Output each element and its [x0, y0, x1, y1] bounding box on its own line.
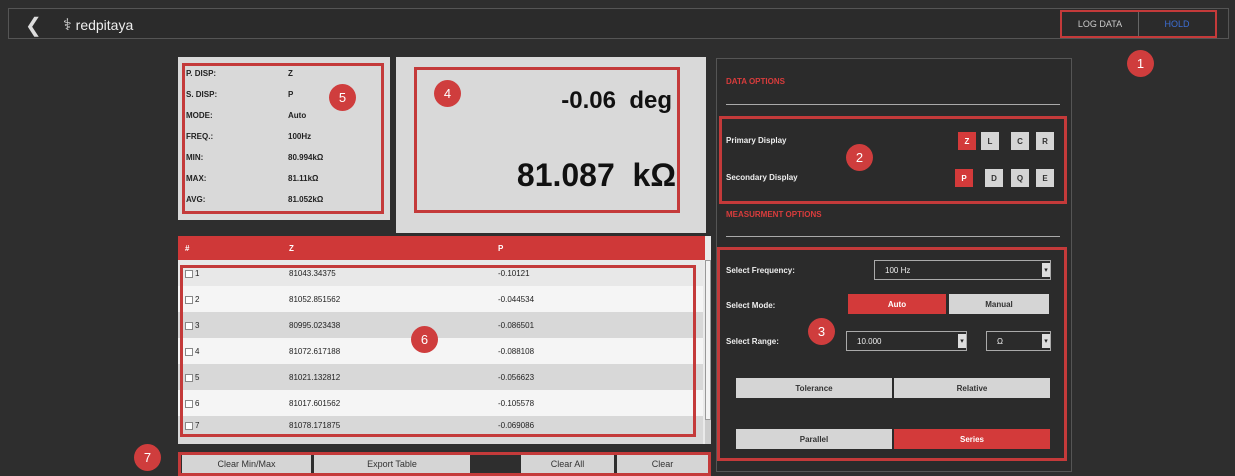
range-select[interactable]: 10.000 ▾: [846, 331, 967, 351]
measurement-options-title: MEASURMENT OPTIONS: [726, 210, 822, 219]
range-unit-select[interactable]: Ω ▾: [986, 331, 1051, 351]
primary-z-button[interactable]: Z: [958, 132, 976, 150]
info-row: FREQ.: 100Hz: [186, 132, 312, 141]
callout-box-6: [180, 265, 696, 437]
info-row: MODE: Auto: [186, 111, 307, 120]
secondary-p-button[interactable]: P: [955, 169, 973, 187]
log-data-button[interactable]: LOG DATA: [1062, 12, 1139, 36]
frequency-select[interactable]: 100 Hz ▾: [874, 260, 1051, 280]
dropdown-arrow-icon: ▾: [1042, 263, 1050, 277]
relative-button[interactable]: Relative: [894, 378, 1050, 398]
callout-4: 4: [434, 80, 461, 107]
divider: [726, 104, 1060, 105]
logo-text: redpitaya: [75, 17, 134, 33]
top-actions: LOG DATA HOLD: [1060, 10, 1217, 38]
primary-display-label: Primary Display: [726, 136, 787, 145]
primary-l-button[interactable]: L: [981, 132, 999, 150]
secondary-d-button[interactable]: D: [985, 169, 1003, 187]
series-button[interactable]: Series: [894, 429, 1050, 449]
callout-1: 1: [1127, 50, 1154, 77]
tolerance-button[interactable]: Tolerance: [736, 378, 892, 398]
column-header: Z: [289, 244, 294, 253]
clear-all-button[interactable]: Clear All: [521, 455, 614, 473]
primary-reading: 81.087 kΩ: [516, 157, 676, 193]
parallel-button[interactable]: Parallel: [736, 429, 892, 449]
scrollbar-thumb[interactable]: [705, 260, 711, 420]
chevron-left-icon[interactable]: ❮: [25, 13, 42, 38]
frequency-label: Select Frequency:: [726, 266, 795, 275]
table-scrollbar[interactable]: [705, 260, 711, 444]
secondary-q-button[interactable]: Q: [1011, 169, 1029, 187]
info-row: AVG: 81.052kΩ: [186, 195, 324, 204]
column-header: P: [498, 244, 504, 253]
measurement-info-panel: P. DISP: Z S. DISP: P MODE: Auto FREQ.: 100H…: [178, 57, 390, 220]
clear-button[interactable]: Clear: [617, 455, 708, 473]
info-row: MAX: 81.11kΩ: [186, 174, 319, 183]
info-row: S. DISP: P: [186, 90, 294, 99]
mode-label: Select Mode:: [726, 301, 776, 310]
callout-3: 3: [808, 318, 835, 345]
range-label: Select Range:: [726, 337, 779, 346]
clear-minmax-button[interactable]: Clear Min/Max: [182, 455, 311, 473]
primary-r-button[interactable]: R: [1036, 132, 1054, 150]
callout-6: 6: [411, 326, 438, 353]
logo: ⚕ redpitaya: [63, 15, 133, 35]
dropdown-arrow-icon: ▾: [958, 334, 966, 348]
dropdown-arrow-icon: ▾: [1042, 334, 1050, 348]
divider: [726, 236, 1060, 237]
secondary-display-label: Secondary Display: [726, 173, 798, 182]
mode-manual-button[interactable]: Manual: [949, 294, 1049, 314]
redpitaya-logo-icon: ⚕: [63, 17, 72, 34]
secondary-reading: -0.06 deg: [561, 87, 672, 114]
primary-c-button[interactable]: C: [1011, 132, 1029, 150]
table-header: # Z P: [178, 236, 705, 260]
mode-auto-button[interactable]: Auto: [848, 294, 946, 314]
callout-box-2: [719, 116, 1067, 204]
callout-5: 5: [329, 84, 356, 111]
export-table-button[interactable]: Export Table: [314, 455, 470, 473]
column-header: #: [185, 244, 190, 253]
top-bar: ❮ ⚕ redpitaya: [8, 8, 1229, 39]
hold-button[interactable]: HOLD: [1139, 12, 1215, 36]
secondary-e-button[interactable]: E: [1036, 169, 1054, 187]
callout-2: 2: [846, 144, 873, 171]
info-row: P. DISP: Z: [186, 69, 293, 78]
callout-7: 7: [134, 444, 161, 471]
info-row: MIN: 80.994kΩ: [186, 153, 324, 162]
data-options-title: DATA OPTIONS: [726, 77, 785, 86]
